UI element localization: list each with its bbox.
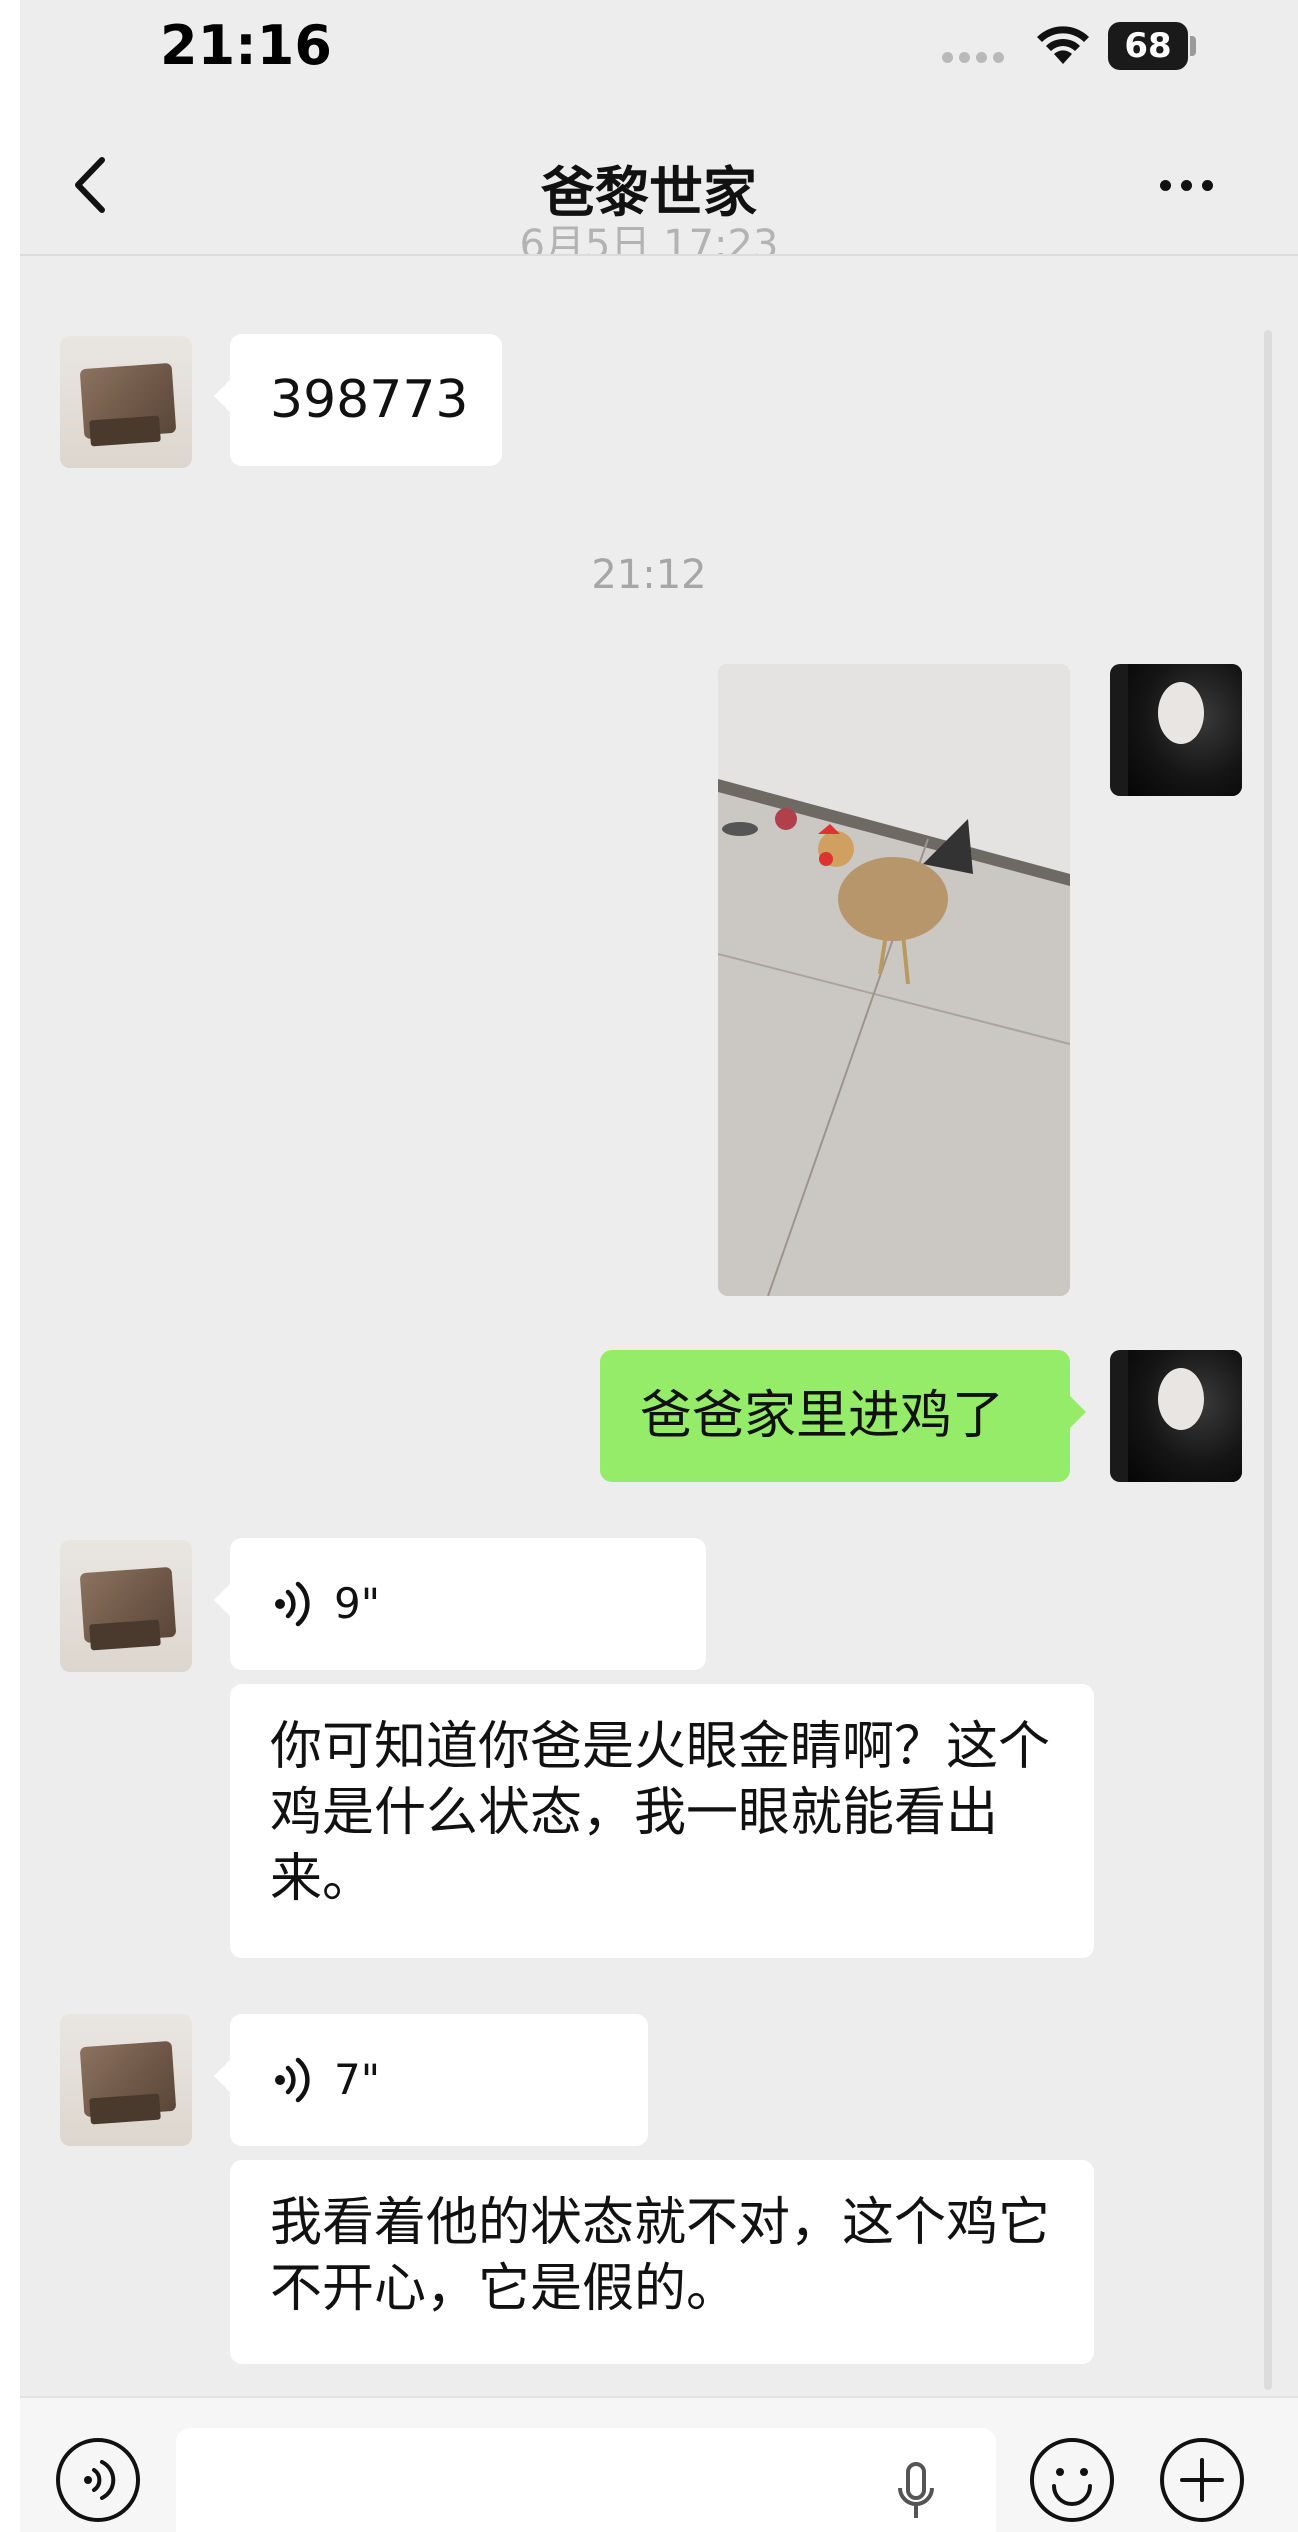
emoji-icon [1052, 2468, 1092, 2506]
voice-duration: 9" [334, 1579, 381, 1628]
my-avatar[interactable] [1110, 1350, 1242, 1482]
contact-avatar[interactable] [60, 336, 192, 468]
message-input[interactable] [176, 2428, 996, 2532]
voice-message[interactable]: 9" [214, 1538, 706, 1670]
battery-nub [1190, 36, 1196, 56]
chicken-photo[interactable] [718, 664, 1070, 1296]
status-time: 21:16 [160, 14, 332, 77]
message-text: 你可知道你爸是火眼金睛啊？这个鸡是什么状态，我一眼就能看出来。 [270, 1717, 1051, 1909]
scrollbar[interactable] [1264, 330, 1272, 2390]
timestamp: 6月5日 17:23 [519, 226, 779, 256]
message-text: 我看着他的状态就不对，这个鸡它不开心，它是假的。 [270, 2193, 1051, 2319]
voice-input-button[interactable] [56, 2438, 140, 2522]
emoji-button[interactable] [1030, 2438, 1114, 2522]
chat-screen: 21:16 68 爸黎世家 6月5日 17:23 398773 21:12 爸爸… [20, 0, 1298, 2532]
nav-divider [20, 254, 1298, 256]
plus-icon [1180, 2458, 1224, 2502]
message-text: 398773 [270, 370, 469, 430]
voice-wave-icon [275, 2057, 310, 2103]
voice-duration: 7" [334, 2055, 381, 2104]
message-bubble[interactable]: 爸爸家里进鸡了 [600, 1350, 1086, 1482]
cellular-signal-icon [942, 52, 1004, 63]
message-bubble[interactable]: 你可知道你爸是火眼金睛啊？这个鸡是什么状态，我一眼就能看出来。 [230, 1684, 1094, 1958]
plus-button[interactable] [1160, 2438, 1244, 2522]
chat-title: 爸黎世家 [541, 161, 757, 224]
more-icon[interactable] [1160, 170, 1213, 201]
timestamp: 21:12 [591, 552, 707, 598]
my-avatar[interactable] [1110, 664, 1242, 796]
contact-avatar[interactable] [60, 1540, 192, 1672]
message-bubble[interactable]: 我看着他的状态就不对，这个鸡它不开心，它是假的。 [230, 2160, 1094, 2364]
battery-indicator: 68 [1108, 22, 1188, 70]
message-bubble[interactable]: 398773 [214, 334, 502, 466]
microphone-icon[interactable] [896, 2462, 936, 2522]
voice-wave-icon [275, 1581, 310, 1627]
wifi-icon [1037, 26, 1089, 64]
voice-wave-icon [84, 2460, 116, 2500]
contact-avatar[interactable] [60, 2014, 192, 2146]
input-bar [20, 2396, 1298, 2532]
message-text: 爸爸家里进鸡了 [640, 1386, 1005, 1446]
voice-message[interactable]: 7" [214, 2014, 648, 2146]
